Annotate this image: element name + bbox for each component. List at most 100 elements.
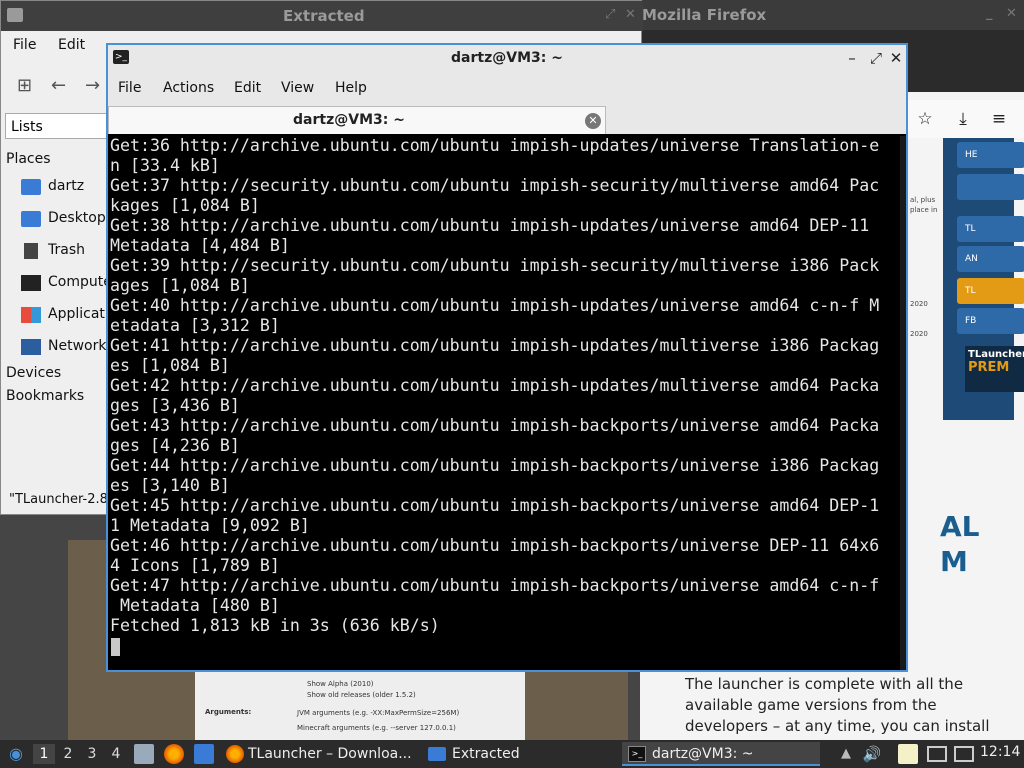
terminal-line: Get:47 http://archive.ubuntu.com/ubuntu … (110, 576, 880, 595)
close-icon[interactable]: ✕ (1006, 6, 1017, 21)
terminal-line: es [1,084 B] (110, 356, 230, 375)
terminal-line: Metadata [4,484 B] (110, 236, 290, 255)
terminal-line: etadata [3,312 B] (110, 316, 280, 335)
terminal-line: Get:40 http://archive.ubuntu.com/ubuntu … (110, 296, 880, 315)
workspace-2[interactable]: 2 (57, 744, 79, 764)
terminal-title: dartz@VM3: ~ (451, 50, 563, 66)
menu-file[interactable]: File (118, 80, 141, 96)
terminal-window: >_ dartz@VM3: ~ – ⤢ ✕ File Actions Edit … (106, 43, 908, 672)
clock[interactable]: 12:14 (980, 744, 1020, 760)
terminal-tab[interactable]: dartz@VM3: ~ ✕ (108, 106, 606, 134)
promo-item[interactable]: HE (957, 142, 1024, 168)
sidebar-item-network[interactable]: Network (48, 338, 106, 354)
page-snippet: 2020 (910, 300, 928, 308)
display-icon[interactable] (927, 746, 947, 762)
menu-edit[interactable]: Edit (58, 37, 85, 53)
file-manager-launcher-icon[interactable] (134, 744, 154, 764)
terminal-line: ages [1,084 B] (110, 276, 250, 295)
bookmark-star-icon[interactable]: ☆ (914, 108, 936, 130)
menu-file[interactable]: File (13, 37, 36, 53)
doc-line: JVM arguments (e.g. -XX:MaxPermSize=256M… (297, 709, 460, 717)
menu-edit[interactable]: Edit (234, 80, 261, 96)
terminal-line: Get:42 http://archive.ubuntu.com/ubuntu … (110, 376, 880, 395)
download-icon[interactable]: ⤓ (952, 108, 974, 130)
banner-label: TLauncher (968, 349, 1024, 360)
folder-icon (428, 747, 446, 761)
task-file-manager[interactable]: Extracted (422, 742, 618, 766)
promo-item[interactable]: AN (957, 246, 1024, 272)
doc-line: Arguments: (205, 708, 252, 716)
close-icon[interactable]: ✕ (888, 49, 904, 67)
terminal-tab-label: dartz@VM3: ~ (293, 112, 405, 128)
firefox-icon (226, 745, 244, 763)
background-settings-panel: Show Alpha (2010) Show old releases (old… (195, 672, 525, 740)
tray-arrow-icon[interactable]: ▲ (836, 744, 856, 764)
bookmarks-heading: Bookmarks (6, 388, 85, 404)
task-firefox[interactable]: TLauncher – Downloa... (222, 742, 418, 766)
close-icon[interactable]: ✕ (625, 7, 636, 22)
home-folder-icon (21, 179, 41, 195)
minimize-icon[interactable]: – (844, 49, 860, 67)
new-tab-icon[interactable]: ⊞ (17, 75, 32, 96)
terminal-line: Get:44 http://archive.ubuntu.com/ubuntu … (110, 456, 880, 475)
workspace-1[interactable]: 1 (33, 744, 55, 764)
promo-item[interactable]: FB (957, 308, 1024, 334)
forward-arrow-icon[interactable]: → (85, 75, 100, 96)
doc-line: Show Alpha (2010) (307, 680, 374, 688)
menu-actions[interactable]: Actions (163, 80, 214, 96)
side-pane-mode-select[interactable]: Lists (5, 113, 109, 139)
firefox-launcher-icon[interactable] (164, 744, 184, 764)
terminal-line: Get:36 http://archive.ubuntu.com/ubuntu … (110, 136, 880, 155)
page-paragraph: The launcher is complete with all the av… (685, 675, 990, 735)
workspace-4[interactable]: 4 (105, 744, 127, 764)
firefox-titlebar[interactable]: Mozilla Firefox _ ✕ (640, 0, 1024, 30)
file-manager-titlebar[interactable]: Extracted ⤢ ✕ (1, 1, 643, 31)
terminal-output[interactable]: Get:36 http://archive.ubuntu.com/ubuntu … (109, 136, 899, 670)
terminal-titlebar[interactable]: >_ dartz@VM3: ~ – ⤢ ✕ (108, 45, 906, 72)
network-status-icon[interactable] (954, 746, 974, 762)
volume-icon[interactable]: 🔊 (862, 744, 882, 764)
menu-help[interactable]: Help (335, 80, 367, 96)
show-desktop-icon[interactable] (194, 744, 214, 764)
terminal-line: Get:38 http://archive.ubuntu.com/ubuntu … (110, 216, 870, 235)
maximize-icon[interactable]: ⤢ (605, 7, 615, 22)
desktop-folder-icon (21, 211, 41, 227)
workspace-3[interactable]: 3 (81, 744, 103, 764)
task-label: Extracted (452, 746, 520, 762)
terminal-line: kages [1,084 B] (110, 196, 260, 215)
terminal-line: es [3,140 B] (110, 476, 230, 495)
terminal-line: ges [3,436 B] (110, 396, 240, 415)
taskbar: ◉ 1 2 3 4 TLauncher – Downloa... Extract… (0, 740, 1024, 768)
promo-item[interactable]: TL (957, 216, 1024, 242)
sidebar-item-dartz[interactable]: dartz (48, 178, 84, 194)
clipboard-icon[interactable] (898, 744, 918, 764)
sidebar-item-trash[interactable]: Trash (48, 242, 85, 258)
terminal-scrollbar[interactable] (900, 136, 906, 670)
terminal-line: n [33.4 kB] (110, 156, 220, 175)
terminal-line: Get:39 http://security.ubuntu.com/ubuntu… (110, 256, 880, 275)
promo-item[interactable]: TL (957, 278, 1024, 304)
back-arrow-icon[interactable]: ← (51, 75, 66, 96)
terminal-line: Fetched 1,813 kB in 3s (636 kB/s) (110, 616, 440, 635)
maximize-icon[interactable]: ⤢ (868, 49, 884, 67)
close-tab-icon[interactable]: ✕ (585, 113, 601, 129)
terminal-menubar: File Actions Edit View Help (108, 72, 906, 104)
places-heading: Places (6, 151, 51, 167)
doc-line: Minecraft arguments (e.g. --server 127.0… (297, 724, 456, 732)
start-menu-icon[interactable]: ◉ (6, 744, 26, 764)
promo-item[interactable] (957, 174, 1024, 200)
page-snippet: 2020 (910, 330, 928, 338)
page-heading: M (940, 545, 968, 578)
sidebar-item-desktop[interactable]: Desktop (48, 210, 106, 226)
terminal-line: Metadata [480 B] (110, 596, 280, 615)
tlauncher-banner: TLauncher PREM (965, 346, 1024, 392)
file-manager-title: Extracted (283, 7, 365, 25)
menu-view[interactable]: View (281, 80, 314, 96)
folder-icon (7, 8, 23, 22)
hamburger-menu-icon[interactable]: ≡ (988, 108, 1010, 130)
terminal-icon: >_ (628, 746, 646, 762)
terminal-cursor (111, 638, 120, 656)
minimize-icon[interactable]: _ (986, 6, 993, 21)
task-terminal[interactable]: >_ dartz@VM3: ~ (622, 742, 820, 766)
status-bar: "TLauncher-2.8 (9, 492, 108, 507)
